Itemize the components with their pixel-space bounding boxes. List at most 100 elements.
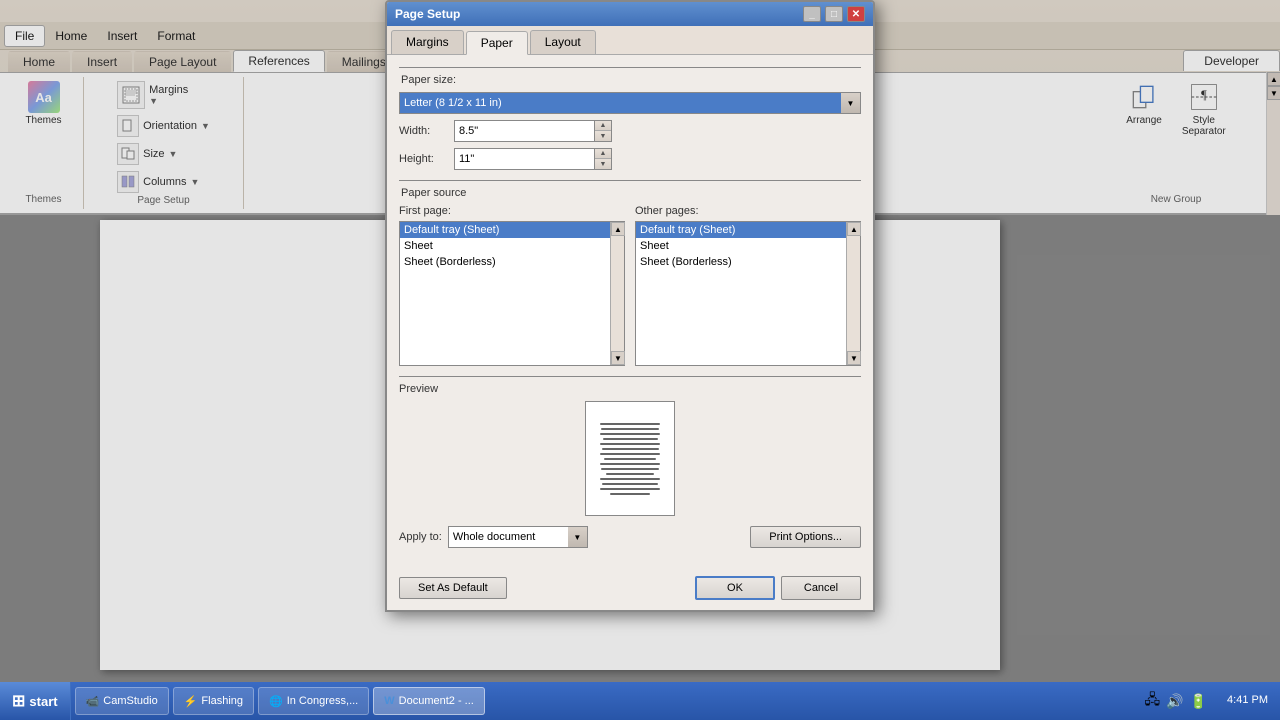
first-page-scroll-down[interactable]: ▼ bbox=[611, 351, 625, 365]
width-label: Width: bbox=[399, 125, 454, 137]
width-row: Width: ▲ ▼ bbox=[399, 120, 861, 142]
preview-line-8 bbox=[604, 458, 656, 460]
browser-label: In Congress,... bbox=[287, 695, 359, 707]
network-tray-icon: 🖧 bbox=[1145, 689, 1161, 713]
start-button[interactable]: ⊞ start bbox=[0, 682, 71, 720]
browser-icon: 🌐 bbox=[269, 695, 283, 708]
ok-button[interactable]: OK bbox=[695, 576, 775, 600]
tab-layout[interactable]: Layout bbox=[530, 30, 596, 54]
set-as-default-button[interactable]: Set As Default bbox=[399, 577, 507, 599]
apply-row: Apply to: Whole document This point forw… bbox=[399, 526, 861, 548]
other-pages-box: Other pages: Default tray (Sheet) Sheet … bbox=[635, 205, 861, 366]
height-input[interactable] bbox=[459, 153, 590, 165]
windows-logo: ⊞ bbox=[12, 691, 25, 711]
other-pages-label: Other pages: bbox=[635, 205, 861, 217]
flashing-icon: ⚡ bbox=[184, 695, 198, 708]
other-pages-listbox: Default tray (Sheet) Sheet Sheet (Border… bbox=[635, 221, 861, 366]
dialog-close-button[interactable]: ✕ bbox=[847, 6, 865, 22]
preview-line-7 bbox=[600, 453, 660, 455]
preview-line-10 bbox=[601, 468, 659, 470]
taskbar-item-word[interactable]: W Document2 - ... bbox=[373, 687, 485, 715]
ok-cancel-group: OK Cancel bbox=[695, 576, 861, 600]
other-pages-list: Default tray (Sheet) Sheet Sheet (Border… bbox=[636, 222, 846, 365]
dialog-tabs: Margins Paper Layout bbox=[387, 26, 873, 55]
preview-label: Preview bbox=[399, 383, 861, 395]
taskbar-clock: 4:41 PM bbox=[1215, 693, 1280, 708]
tab-margins[interactable]: Margins bbox=[391, 30, 464, 54]
taskbar-items: 📹 CamStudio ⚡ Flashing 🌐 In Congress,...… bbox=[71, 682, 1137, 720]
height-label: Height: bbox=[399, 153, 454, 165]
width-increment[interactable]: ▲ bbox=[595, 121, 611, 131]
taskbar-tray: 🖧 🔊 🔋 bbox=[1137, 689, 1216, 713]
dialog-title-bar: Page Setup _ □ ✕ bbox=[387, 2, 873, 26]
apply-to-label: Apply to: bbox=[399, 531, 442, 543]
width-input-wrapper bbox=[454, 120, 594, 142]
width-spinners: ▲ ▼ bbox=[594, 120, 612, 142]
page-setup-dialog: Page Setup _ □ ✕ Margins Paper Layout Pa… bbox=[385, 0, 875, 612]
first-page-scroll-up[interactable]: ▲ bbox=[611, 222, 625, 236]
other-pages-scroll-up[interactable]: ▲ bbox=[847, 222, 861, 236]
width-input[interactable] bbox=[459, 125, 590, 137]
dialog-footer: Set As Default OK Cancel bbox=[387, 570, 873, 610]
preview-line-4 bbox=[603, 438, 658, 440]
width-decrement[interactable]: ▼ bbox=[595, 131, 611, 141]
camstudio-icon: 📹 bbox=[86, 695, 100, 708]
other-pages-scroll-track bbox=[847, 236, 860, 351]
first-page-item-1[interactable]: Sheet bbox=[400, 238, 610, 254]
apply-to-select-wrapper: Whole document This point forward This s… bbox=[448, 526, 588, 548]
cancel-button[interactable]: Cancel bbox=[781, 576, 861, 600]
paper-size-row: Letter (8 1/2 x 11 in) Legal A4 ▼ bbox=[399, 92, 861, 114]
preview-line-13 bbox=[602, 483, 658, 485]
battery-tray-icon: 🔋 bbox=[1190, 693, 1207, 710]
height-input-wrapper bbox=[454, 148, 594, 170]
preview-line-15 bbox=[610, 493, 650, 495]
dialog-maximize-button[interactable]: □ bbox=[825, 6, 843, 22]
apply-to-select[interactable]: Whole document This point forward This s… bbox=[448, 526, 588, 548]
taskbar-item-browser[interactable]: 🌐 In Congress,... bbox=[258, 687, 369, 715]
first-page-box: First page: Default tray (Sheet) Sheet S… bbox=[399, 205, 625, 366]
first-page-item-0[interactable]: Default tray (Sheet) bbox=[400, 222, 610, 238]
preview-line-5 bbox=[600, 443, 660, 445]
volume-tray-icon: 🔊 bbox=[1166, 693, 1183, 710]
width-spinner: ▲ ▼ bbox=[454, 120, 612, 142]
preview-line-3 bbox=[600, 433, 660, 435]
preview-line-14 bbox=[600, 488, 660, 490]
print-options-button[interactable]: Print Options... bbox=[750, 526, 861, 548]
dialog-minimize-button[interactable]: _ bbox=[803, 6, 821, 22]
taskbar-item-camstudio[interactable]: 📹 CamStudio bbox=[75, 687, 169, 715]
apply-to-dropdown-arrow[interactable]: ▼ bbox=[568, 526, 588, 548]
preview-page bbox=[585, 401, 675, 516]
paper-size-dropdown-arrow[interactable]: ▼ bbox=[841, 92, 861, 114]
other-pages-item-0[interactable]: Default tray (Sheet) bbox=[636, 222, 846, 238]
height-row: Height: ▲ ▼ bbox=[399, 148, 861, 170]
apply-to-group: Apply to: Whole document This point forw… bbox=[399, 526, 588, 548]
preview-line-9 bbox=[600, 463, 660, 465]
word-icon: W bbox=[384, 695, 394, 707]
paper-source-label: Paper source bbox=[399, 187, 861, 199]
preview-line-2 bbox=[601, 428, 659, 430]
paper-size-section: Paper size: Letter (8 1/2 x 11 in) Legal… bbox=[399, 67, 861, 170]
paper-size-label: Paper size: bbox=[399, 74, 861, 86]
camstudio-label: CamStudio bbox=[103, 695, 157, 707]
height-decrement[interactable]: ▼ bbox=[595, 159, 611, 169]
taskbar-item-flashing[interactable]: ⚡ Flashing bbox=[173, 687, 254, 715]
flashing-label: Flashing bbox=[201, 695, 243, 707]
paper-source-section: Paper source First page: Default tray (S… bbox=[399, 180, 861, 366]
taskbar: ⊞ start 📹 CamStudio ⚡ Flashing 🌐 In Cong… bbox=[0, 682, 1280, 720]
paper-size-select[interactable]: Letter (8 1/2 x 11 in) Legal A4 bbox=[399, 92, 861, 114]
other-pages-scroll-down[interactable]: ▼ bbox=[847, 351, 861, 365]
height-spinners: ▲ ▼ bbox=[594, 148, 612, 170]
first-page-scrollbar: ▲ ▼ bbox=[610, 222, 624, 365]
other-pages-scrollbar: ▲ ▼ bbox=[846, 222, 860, 365]
dialog-title: Page Setup bbox=[395, 7, 460, 21]
first-page-listbox: Default tray (Sheet) Sheet Sheet (Border… bbox=[399, 221, 625, 366]
other-pages-item-1[interactable]: Sheet bbox=[636, 238, 846, 254]
first-page-item-2[interactable]: Sheet (Borderless) bbox=[400, 254, 610, 270]
dialog-title-controls: _ □ ✕ bbox=[803, 6, 865, 22]
other-pages-item-2[interactable]: Sheet (Borderless) bbox=[636, 254, 846, 270]
tab-paper[interactable]: Paper bbox=[466, 31, 528, 55]
first-page-list: Default tray (Sheet) Sheet Sheet (Border… bbox=[400, 222, 610, 365]
height-increment[interactable]: ▲ bbox=[595, 149, 611, 159]
word-label: Document2 - ... bbox=[399, 695, 474, 707]
paper-size-select-wrapper: Letter (8 1/2 x 11 in) Legal A4 ▼ bbox=[399, 92, 861, 114]
